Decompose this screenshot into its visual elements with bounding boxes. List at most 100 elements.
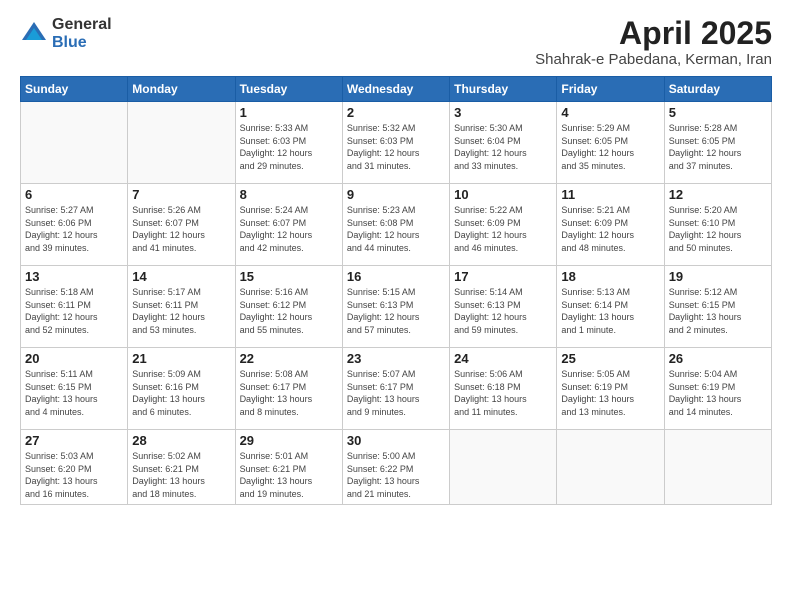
table-row: 8 Sunrise: 5:24 AM Sunset: 6:07 PM Daylig…	[235, 184, 342, 266]
table-row: 28Sunrise: 5:02 AM Sunset: 6:21 PM Dayli…	[128, 430, 235, 505]
day-detail: Sunrise: 5:06 AM Sunset: 6:18 PM Dayligh…	[454, 368, 552, 418]
day-number: 23	[347, 351, 445, 366]
day-number: 25	[561, 351, 659, 366]
day-detail: Sunrise: 5:20 AM Sunset: 6:10 PM Dayligh…	[669, 204, 767, 254]
day-detail: Sunrise: 5:05 AM Sunset: 6:19 PM Dayligh…	[561, 368, 659, 418]
day-number: 4	[561, 105, 659, 120]
day-number: 27	[25, 433, 123, 448]
page: General Blue April 2025 Shahrak-e Pabeda…	[0, 0, 792, 612]
day-detail: Sunrise: 5:26 AM Sunset: 6:07 PM Dayligh…	[132, 204, 230, 254]
table-row: 27Sunrise: 5:03 AM Sunset: 6:20 PM Dayli…	[21, 430, 128, 505]
day-number: 29	[240, 433, 338, 448]
table-row: 6 Sunrise: 5:27 AM Sunset: 6:06 PM Daylig…	[21, 184, 128, 266]
table-row	[21, 102, 128, 184]
day-number: 3	[454, 105, 552, 120]
day-number: 6	[25, 187, 123, 202]
day-number: 9	[347, 187, 445, 202]
table-row: 12 Sunrise: 5:20 AM Sunset: 6:10 PM Dayli…	[664, 184, 771, 266]
day-number: 12	[669, 187, 767, 202]
day-detail: Sunrise: 5:18 AM Sunset: 6:11 PM Dayligh…	[25, 286, 123, 336]
day-detail: Sunrise: 5:13 AM Sunset: 6:14 PM Dayligh…	[561, 286, 659, 336]
day-number: 5	[669, 105, 767, 120]
day-detail: Sunrise: 5:27 AM Sunset: 6:06 PM Dayligh…	[25, 204, 123, 254]
day-detail: Sunrise: 5:32 AM Sunset: 6:03 PM Dayligh…	[347, 122, 445, 172]
col-saturday: Saturday	[664, 77, 771, 102]
day-detail: Sunrise: 5:14 AM Sunset: 6:13 PM Dayligh…	[454, 286, 552, 336]
table-row: 7 Sunrise: 5:26 AM Sunset: 6:07 PM Daylig…	[128, 184, 235, 266]
table-row: 10 Sunrise: 5:22 AM Sunset: 6:09 PM Dayli…	[450, 184, 557, 266]
logo: General Blue	[20, 16, 112, 51]
month-title: April 2025	[535, 16, 772, 51]
day-detail: Sunrise: 5:23 AM Sunset: 6:08 PM Dayligh…	[347, 204, 445, 254]
table-row: 13 Sunrise: 5:18 AM Sunset: 6:11 PM Dayli…	[21, 266, 128, 348]
title-block: April 2025 Shahrak-e Pabedana, Kerman, I…	[535, 16, 772, 68]
day-number: 28	[132, 433, 230, 448]
col-friday: Friday	[557, 77, 664, 102]
day-detail: Sunrise: 5:08 AM Sunset: 6:17 PM Dayligh…	[240, 368, 338, 418]
day-number: 14	[132, 269, 230, 284]
day-detail: Sunrise: 5:00 AM Sunset: 6:22 PM Dayligh…	[347, 450, 445, 500]
logo-general: General	[52, 16, 112, 34]
table-row: 21 Sunrise: 5:09 AM Sunset: 6:16 PM Dayli…	[128, 348, 235, 430]
table-row: 29 Sunrise: 5:01 AM Sunset: 6:21 PM Dayli…	[235, 430, 342, 505]
table-row: 4Sunrise: 5:29 AM Sunset: 6:05 PM Daylig…	[557, 102, 664, 184]
day-detail: Sunrise: 5:24 AM Sunset: 6:07 PM Dayligh…	[240, 204, 338, 254]
day-detail: Sunrise: 5:33 AM Sunset: 6:03 PM Dayligh…	[240, 122, 338, 172]
logo-blue: Blue	[52, 34, 112, 52]
table-row: 23 Sunrise: 5:07 AM Sunset: 6:17 PM Dayli…	[342, 348, 449, 430]
table-row: 16 Sunrise: 5:15 AM Sunset: 6:13 PM Dayli…	[342, 266, 449, 348]
day-detail: Sunrise: 5:28 AM Sunset: 6:05 PM Dayligh…	[669, 122, 767, 172]
table-row: 26Sunrise: 5:04 AM Sunset: 6:19 PM Dayli…	[664, 348, 771, 430]
col-tuesday: Tuesday	[235, 77, 342, 102]
location-subtitle: Shahrak-e Pabedana, Kerman, Iran	[535, 51, 772, 68]
table-row: 30Sunrise: 5:00 AM Sunset: 6:22 PM Dayli…	[342, 430, 449, 505]
table-row: 24 Sunrise: 5:06 AM Sunset: 6:18 PM Dayli…	[450, 348, 557, 430]
col-wednesday: Wednesday	[342, 77, 449, 102]
day-detail: Sunrise: 5:09 AM Sunset: 6:16 PM Dayligh…	[132, 368, 230, 418]
day-number: 13	[25, 269, 123, 284]
day-number: 10	[454, 187, 552, 202]
table-row	[128, 102, 235, 184]
day-detail: Sunrise: 5:21 AM Sunset: 6:09 PM Dayligh…	[561, 204, 659, 254]
day-detail: Sunrise: 5:30 AM Sunset: 6:04 PM Dayligh…	[454, 122, 552, 172]
table-row: 9 Sunrise: 5:23 AM Sunset: 6:08 PM Daylig…	[342, 184, 449, 266]
day-detail: Sunrise: 5:16 AM Sunset: 6:12 PM Dayligh…	[240, 286, 338, 336]
table-row: 5 Sunrise: 5:28 AM Sunset: 6:05 PM Daylig…	[664, 102, 771, 184]
day-detail: Sunrise: 5:07 AM Sunset: 6:17 PM Dayligh…	[347, 368, 445, 418]
day-number: 26	[669, 351, 767, 366]
header-row: Sunday Monday Tuesday Wednesday Thursday…	[21, 77, 772, 102]
day-number: 22	[240, 351, 338, 366]
day-number: 1	[240, 105, 338, 120]
day-number: 21	[132, 351, 230, 366]
table-row: 15Sunrise: 5:16 AM Sunset: 6:12 PM Dayli…	[235, 266, 342, 348]
table-row	[557, 430, 664, 505]
day-detail: Sunrise: 5:15 AM Sunset: 6:13 PM Dayligh…	[347, 286, 445, 336]
table-row: 19Sunrise: 5:12 AM Sunset: 6:15 PM Dayli…	[664, 266, 771, 348]
table-row: 20 Sunrise: 5:11 AM Sunset: 6:15 PM Dayli…	[21, 348, 128, 430]
day-detail: Sunrise: 5:17 AM Sunset: 6:11 PM Dayligh…	[132, 286, 230, 336]
logo-icon	[20, 20, 48, 48]
table-row: 17 Sunrise: 5:14 AM Sunset: 6:13 PM Dayli…	[450, 266, 557, 348]
day-number: 7	[132, 187, 230, 202]
day-detail: Sunrise: 5:22 AM Sunset: 6:09 PM Dayligh…	[454, 204, 552, 254]
day-number: 11	[561, 187, 659, 202]
table-row: 18 Sunrise: 5:13 AM Sunset: 6:14 PM Dayli…	[557, 266, 664, 348]
day-number: 18	[561, 269, 659, 284]
day-number: 24	[454, 351, 552, 366]
table-row: 11 Sunrise: 5:21 AM Sunset: 6:09 PM Dayli…	[557, 184, 664, 266]
table-row	[450, 430, 557, 505]
day-number: 8	[240, 187, 338, 202]
table-row: 2 Sunrise: 5:32 AM Sunset: 6:03 PM Daylig…	[342, 102, 449, 184]
day-number: 16	[347, 269, 445, 284]
day-number: 2	[347, 105, 445, 120]
table-row: 3 Sunrise: 5:30 AM Sunset: 6:04 PM Daylig…	[450, 102, 557, 184]
day-number: 17	[454, 269, 552, 284]
day-detail: Sunrise: 5:11 AM Sunset: 6:15 PM Dayligh…	[25, 368, 123, 418]
table-row: 14 Sunrise: 5:17 AM Sunset: 6:11 PM Dayli…	[128, 266, 235, 348]
day-number: 20	[25, 351, 123, 366]
col-monday: Monday	[128, 77, 235, 102]
table-row: 22 Sunrise: 5:08 AM Sunset: 6:17 PM Dayli…	[235, 348, 342, 430]
day-detail: Sunrise: 5:01 AM Sunset: 6:21 PM Dayligh…	[240, 450, 338, 500]
day-number: 19	[669, 269, 767, 284]
table-row: 25 Sunrise: 5:05 AM Sunset: 6:19 PM Dayli…	[557, 348, 664, 430]
